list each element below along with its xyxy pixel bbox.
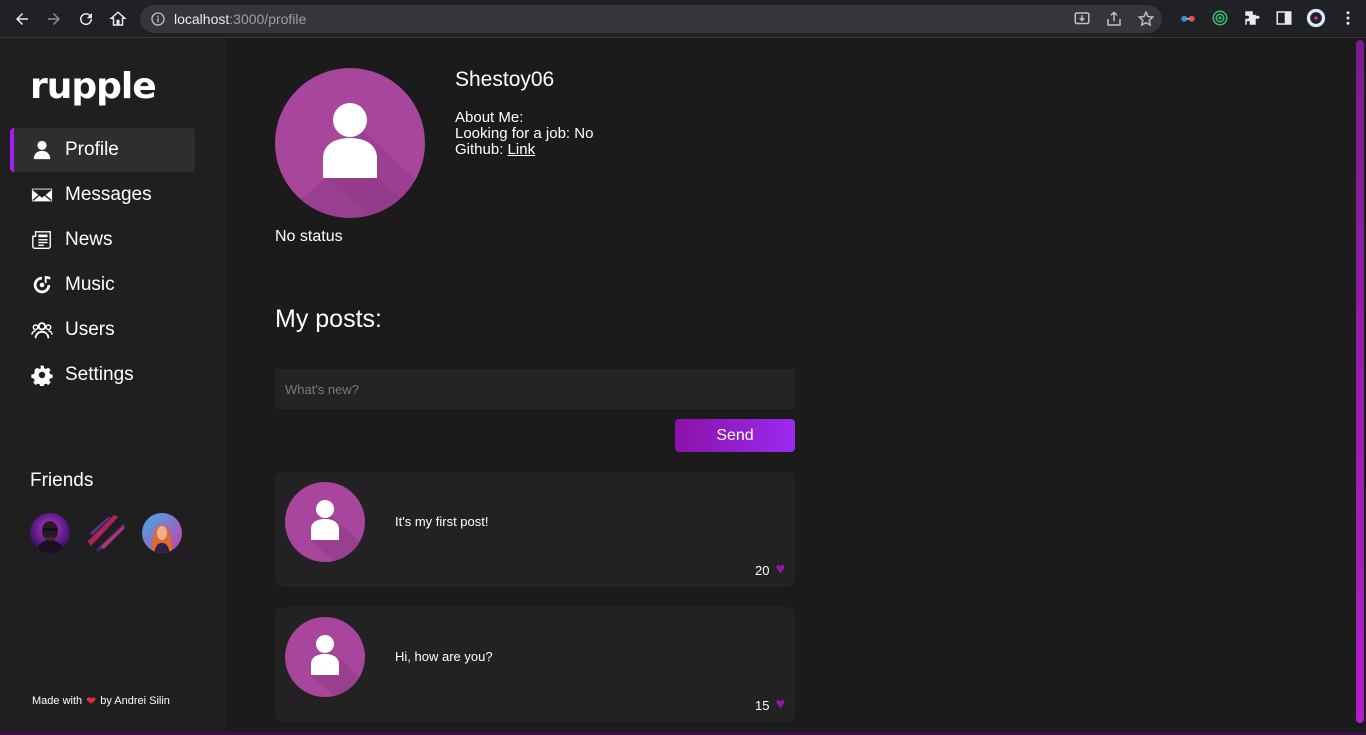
bookmark-star-icon[interactable]: [1136, 9, 1156, 29]
newspaper-icon: [30, 228, 54, 252]
sidebar-item-profile[interactable]: Profile: [10, 128, 195, 172]
sidebar-item-label: Messages: [65, 184, 152, 205]
footer-credit: Made with ❤ by Andrei Silin: [32, 694, 170, 708]
back-icon[interactable]: [6, 3, 38, 35]
post-card: Hi, how are you? 15 ♥: [275, 607, 795, 722]
user-icon: [30, 138, 54, 162]
friend-avatar[interactable]: [86, 513, 126, 553]
reload-icon[interactable]: [70, 3, 102, 35]
heart-icon: ❤: [86, 694, 97, 708]
sidebar-item-label: Profile: [65, 139, 119, 160]
address-bar[interactable]: localhost:3000/profile: [140, 5, 1162, 33]
install-app-icon[interactable]: [1072, 9, 1092, 29]
users-icon: [30, 318, 54, 342]
send-button[interactable]: Send: [675, 419, 795, 452]
profile-username: Shestoy06: [455, 68, 555, 91]
github-link[interactable]: Link: [508, 141, 536, 158]
envelope-icon: [30, 183, 54, 207]
extension-glasses-icon[interactable]: [1178, 6, 1198, 30]
post-text: Hi, how are you?: [395, 649, 493, 664]
post-likes: 20 ♥: [755, 561, 785, 579]
about-me-label: About Me:: [455, 109, 524, 126]
url-path: :3000/profile: [229, 11, 307, 27]
music-disc-icon: [30, 273, 54, 297]
footer-suffix: by Andrei Silin: [100, 695, 170, 707]
github-row: Github: Link: [455, 142, 593, 158]
sidebar-item-label: Users: [65, 319, 115, 340]
extension-target-icon[interactable]: [1210, 6, 1230, 30]
like-count: 20: [755, 562, 770, 578]
profile-about: About Me: Looking for a job: No Github: …: [455, 110, 593, 158]
url-host: localhost: [174, 11, 230, 27]
friend-avatar[interactable]: [30, 513, 70, 553]
gear-icon: [30, 363, 54, 387]
post-card: It's my first post! 20 ♥: [275, 472, 795, 587]
github-label: Github:: [455, 141, 504, 158]
profile-status[interactable]: No status: [275, 228, 343, 246]
new-post-input[interactable]: [275, 369, 795, 409]
post-avatar: [285, 617, 365, 697]
my-posts-title: My posts:: [275, 305, 382, 333]
like-count: 15: [755, 697, 770, 713]
scrollbar-thumb[interactable]: [1356, 40, 1364, 723]
side-panel-icon[interactable]: [1274, 6, 1294, 30]
like-heart-icon[interactable]: ♥: [776, 696, 786, 714]
share-icon[interactable]: [1104, 9, 1124, 29]
profile-avatar: [275, 68, 425, 218]
post-text: It's my first post!: [395, 514, 489, 529]
sidebar-nav: Profile Messages News Music Users Settin…: [10, 128, 195, 398]
sidebar-item-news[interactable]: News: [10, 218, 195, 262]
menu-kebab-icon[interactable]: [1338, 6, 1358, 30]
footer-prefix: Made with: [32, 695, 83, 707]
friends-list: [30, 513, 182, 553]
sidebar-item-music[interactable]: Music: [10, 263, 195, 307]
sidebar-item-label: News: [65, 229, 113, 250]
post-avatar: [285, 482, 365, 562]
sidebar-item-messages[interactable]: Messages: [10, 173, 195, 217]
site-info-icon[interactable]: [150, 11, 166, 27]
sidebar: rupple Profile Messages News Music Users…: [0, 38, 226, 735]
friend-avatar[interactable]: [142, 513, 182, 553]
browser-toolbar: localhost:3000/profile: [0, 0, 1366, 38]
profile-avatar-icon[interactable]: [1306, 6, 1326, 30]
friends-title: Friends: [30, 470, 94, 491]
home-icon[interactable]: [102, 3, 134, 35]
looking-for-job: Looking for a job: No: [455, 125, 594, 142]
sidebar-item-label: Settings: [65, 364, 134, 385]
sidebar-item-settings[interactable]: Settings: [10, 353, 195, 397]
forward-icon[interactable]: [38, 3, 70, 35]
sidebar-item-users[interactable]: Users: [10, 308, 195, 352]
url-text: localhost:3000/profile: [174, 11, 306, 27]
post-likes: 15 ♥: [755, 696, 785, 714]
app-logo[interactable]: rupple: [30, 66, 157, 107]
like-heart-icon[interactable]: ♥: [776, 561, 786, 579]
sidebar-item-label: Music: [65, 274, 115, 295]
extensions-puzzle-icon[interactable]: [1242, 6, 1262, 30]
